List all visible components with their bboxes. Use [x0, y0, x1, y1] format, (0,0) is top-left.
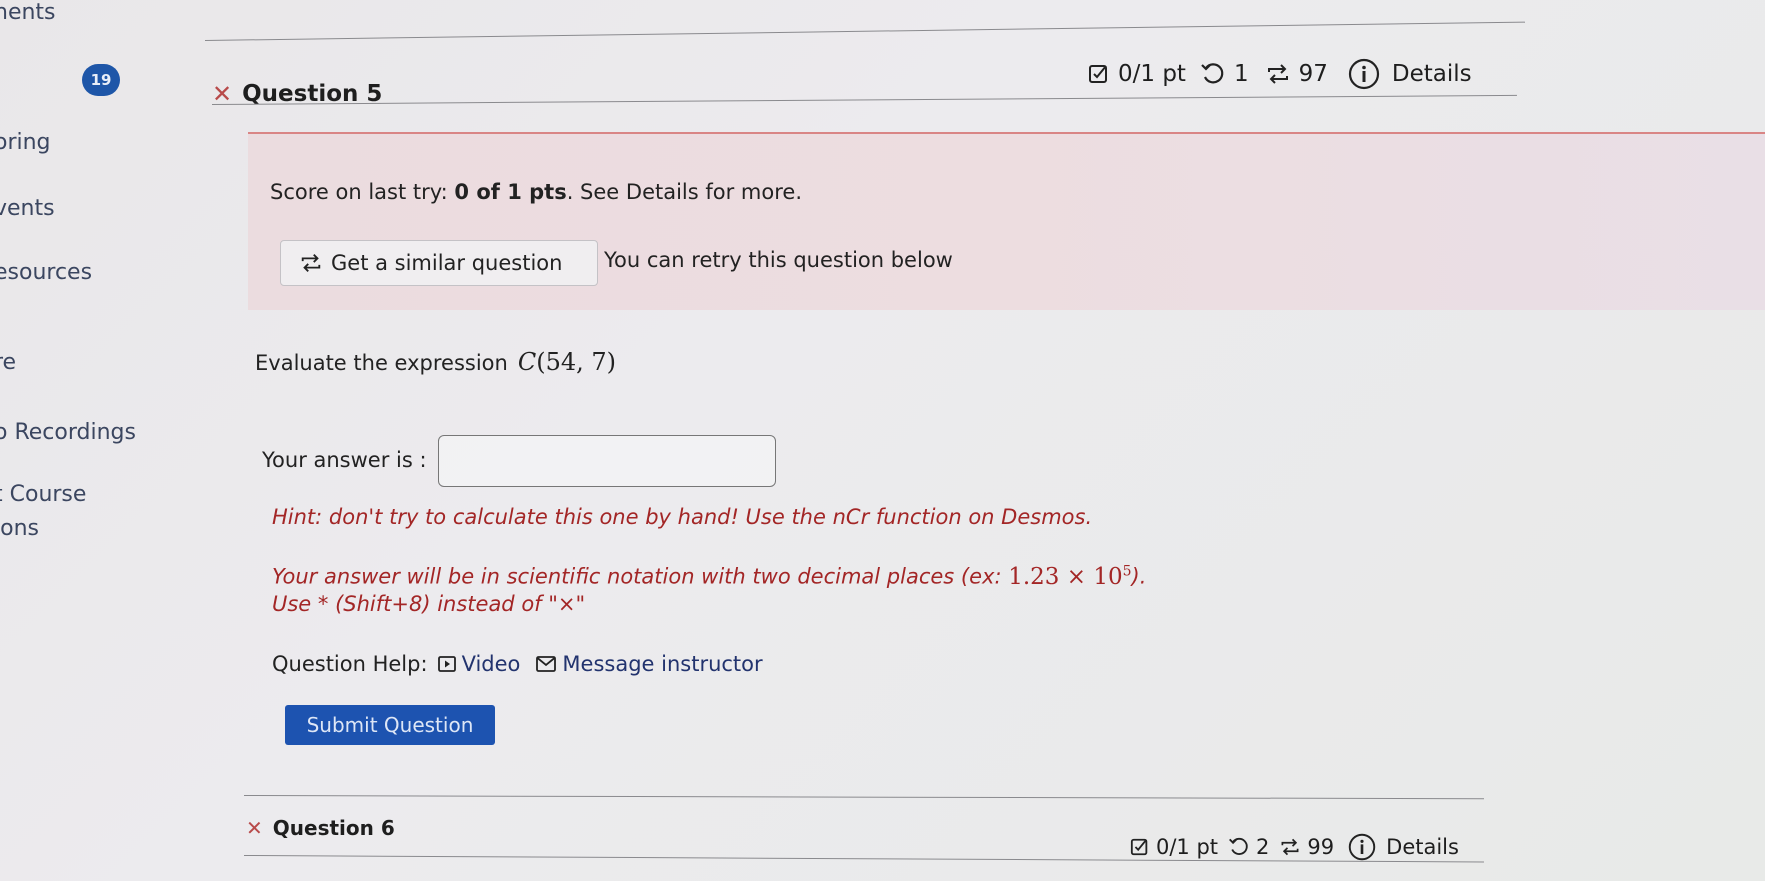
similar-question-button[interactable]: Get a similar question: [280, 240, 598, 286]
sidebar: nents 19 oring vents esources re o Recor…: [0, 0, 220, 881]
expression: C(54, 7): [518, 348, 616, 376]
sidebar-item-tutoring[interactable]: oring: [0, 130, 51, 155]
retries-repeat-icon: [1281, 838, 1299, 856]
attempts-count: 1: [1233, 61, 1249, 87]
video-icon: [437, 656, 456, 672]
divider: [243, 795, 1484, 800]
hint-text: Hint: don't try to calculate this one by…: [272, 505, 1093, 529]
points-value: 0/1 pt: [1156, 835, 1219, 859]
message-instructor-link[interactable]: Message instructor: [536, 652, 763, 676]
score-suffix: . See Details for more.: [566, 180, 802, 204]
question-help: Question Help: Video Message instructor: [272, 652, 763, 676]
sidebar-item-more[interactable]: re: [0, 350, 16, 375]
sidebar-item-assignments[interactable]: nents: [0, 0, 56, 25]
sidebar-item-events[interactable]: vents: [0, 196, 55, 221]
info-icon[interactable]: [1348, 833, 1376, 861]
question-6-meta: 0/1 pt 2 99 Details: [1130, 833, 1459, 861]
assignments-count-badge: 19: [82, 64, 120, 96]
attempts-undo-icon: [1201, 63, 1224, 84]
score-value: 0 of 1 pts: [454, 180, 567, 204]
answer-label: Your answer is :: [262, 448, 427, 472]
details-link[interactable]: Details: [1386, 835, 1459, 859]
info-icon[interactable]: [1348, 58, 1380, 90]
details-link[interactable]: Details: [1392, 61, 1472, 87]
retries-count: 99: [1307, 835, 1335, 859]
incorrect-x-icon: ✕: [246, 816, 263, 840]
mail-icon: [536, 656, 557, 672]
expression-func: C: [517, 348, 537, 376]
checkbox-score-icon: [1130, 838, 1148, 856]
message-link-label: Message instructor: [562, 652, 763, 676]
submit-question-button[interactable]: Submit Question: [285, 705, 495, 745]
question-6-title: Question 6: [272, 816, 395, 840]
similar-question-label: Get a similar question: [331, 251, 563, 275]
format-note: Your answer will be in scientific notati…: [272, 563, 1146, 590]
retry-message: You can retry this question below: [604, 248, 953, 272]
repeat-icon: [301, 254, 321, 272]
format-note-suffix: ).: [1131, 564, 1147, 589]
format-note-prefix: Your answer will be in scientific notati…: [272, 564, 1009, 589]
format-example: 1.23 × 105: [1008, 563, 1132, 590]
divider: [204, 21, 1525, 41]
checkbox-score-icon: [1089, 65, 1107, 83]
prompt-text: Evaluate the expression: [255, 351, 508, 375]
points-value: 0/1 pt: [1118, 61, 1186, 87]
question-5-meta: 0/1 pt 1 97 Details: [1088, 58, 1472, 90]
sidebar-item-course[interactable]: t Course: [0, 482, 86, 507]
question-6-header[interactable]: ✕ Question 6: [246, 816, 395, 840]
sidebar-item-options[interactable]: ions: [0, 516, 39, 541]
video-link-label: Video: [461, 652, 521, 676]
answer-input[interactable]: [438, 435, 776, 487]
score-message: Score on last try: 0 of 1 pts. See Detai…: [270, 180, 802, 204]
expression-args: (54, 7): [536, 348, 616, 376]
video-link[interactable]: Video: [437, 652, 521, 676]
retries-repeat-icon: [1267, 64, 1288, 84]
help-label: Question Help:: [272, 652, 428, 676]
attempts-count: 2: [1256, 835, 1270, 859]
attempts-undo-icon: [1229, 837, 1248, 855]
divider: [211, 94, 1517, 105]
use-note: Use * (Shift+8) instead of "×": [272, 592, 586, 616]
score-prefix: Score on last try:: [270, 180, 455, 204]
retries-count: 97: [1298, 61, 1328, 87]
sidebar-item-recordings[interactable]: o Recordings: [0, 420, 136, 445]
sidebar-item-resources[interactable]: esources: [0, 260, 92, 285]
question-prompt: Evaluate the expression C(54, 7): [255, 348, 616, 376]
